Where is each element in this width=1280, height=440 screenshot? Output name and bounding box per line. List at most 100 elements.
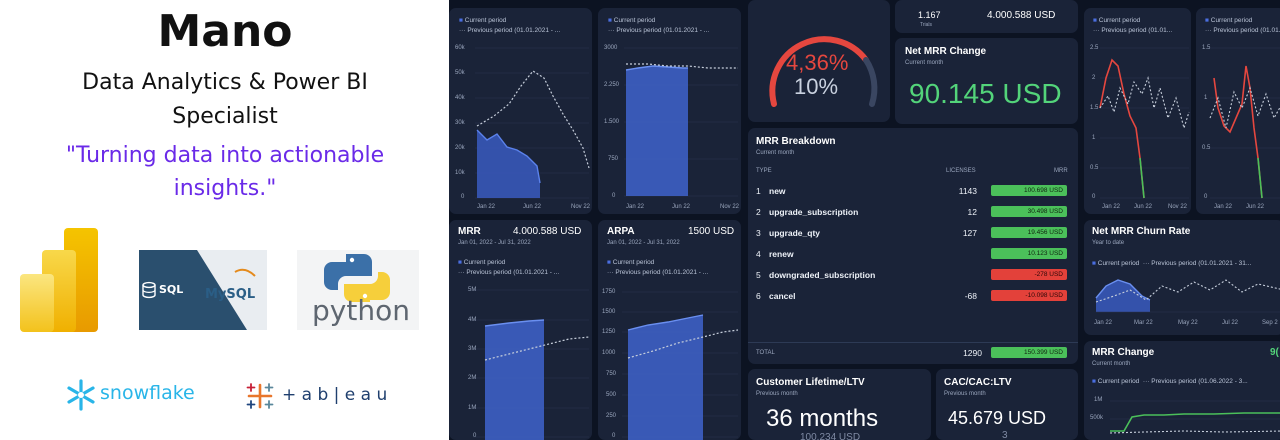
y-tick: 2.5 — [1090, 45, 1099, 51]
tableau-label: + a b | e a u — [282, 385, 388, 405]
row-index: 5 — [756, 270, 761, 280]
y-tick: 1250 — [602, 329, 616, 335]
total-label: TOTAL — [756, 350, 775, 356]
row-licenses: -68 — [964, 291, 977, 301]
row-mrr-negative: -10.098 USD — [991, 290, 1067, 301]
legend-current: ■ Current period — [608, 17, 656, 24]
legend-current: ■ Current period — [458, 259, 506, 266]
y-tick: 60k — [455, 45, 465, 51]
x-tick: Jan 22 — [1094, 320, 1113, 326]
legend-previous: ··· Previous period (01.01.2021 - ... — [608, 27, 710, 34]
y-tick: 1500 — [602, 309, 616, 315]
y-tick: 0.5 — [1202, 145, 1211, 151]
x-tick: Mar 22 — [1134, 320, 1153, 326]
row-index: 4 — [756, 249, 761, 259]
mrr-change-value: 9( — [1270, 347, 1279, 358]
y-tick: 500k — [1090, 415, 1104, 421]
y-tick: 1000 — [602, 350, 616, 356]
row-type: renew — [769, 249, 794, 259]
x-tick: Jan 22 — [477, 204, 496, 210]
arpa-area-chart — [622, 291, 739, 440]
arpa-date-range: Jan 01, 2022 - Jul 31, 2022 — [607, 240, 680, 246]
legend-previous: ··· Previous period (01.01.2021 - ... — [458, 269, 560, 276]
mrr-title: MRR — [458, 226, 481, 237]
mysql-label: MySQL — [205, 287, 256, 302]
total-licenses: 1290 — [963, 348, 982, 358]
mrr-card: MRR 4.000.588 USD Jan 01, 2022 - Jul 31,… — [449, 220, 592, 440]
y-tick: 500 — [606, 392, 617, 398]
row-mrr-positive: 100.698 USD — [991, 185, 1067, 196]
net-mrr-churn-card: Net MRR Churn Rate Year to date ■ Curren… — [1084, 220, 1280, 335]
arpa-title: ARPA — [607, 226, 635, 237]
cac-sub-value: 3 — [1002, 430, 1008, 440]
y-tick: 1.500 — [604, 119, 620, 125]
profile-tagline-line2: insights." — [173, 176, 277, 201]
x-tick: Jun 22 — [672, 204, 691, 210]
profile-name: Mano — [157, 6, 293, 57]
net-mrr-change-subtitle: Current month — [905, 60, 944, 66]
y-tick: 0 — [473, 433, 477, 439]
ltv-card: Customer Lifetime/LTV Previous month 36 … — [748, 369, 931, 440]
trials-value: 1.167 — [918, 10, 941, 20]
power-bi-logo — [20, 228, 100, 332]
col-licenses: LICENSES — [946, 168, 976, 174]
row-index: 3 — [756, 228, 761, 238]
y-tick: 1.5 — [1090, 105, 1099, 111]
x-tick: Nov 22 — [571, 204, 591, 210]
y-tick: 1 — [1092, 135, 1096, 141]
snowflake-icon — [67, 379, 95, 411]
total-mrr: 150.399 USD — [991, 347, 1067, 358]
dashboard-screenshot: ■ Current period ··· Previous period (01… — [449, 0, 1280, 440]
profile-tagline-line1: "Turning data into actionable — [65, 143, 385, 168]
trials-sub: Trials — [920, 22, 933, 28]
row-type: upgrade_subscription — [769, 207, 859, 217]
right-line-chart-1 — [1099, 47, 1190, 199]
y-tick: 50k — [455, 70, 465, 76]
legend-previous: ··· Previous period (01.01... — [1205, 27, 1280, 34]
row-type: downgraded_subscription — [769, 270, 876, 280]
y-tick: 1750 — [602, 289, 616, 295]
sql-label: SQL — [159, 283, 184, 296]
legend-current: ■ Current period — [459, 17, 507, 24]
legend-previous: ··· Previous period (01.01.2021 - ... — [607, 269, 709, 276]
profile-panel: Mano Data Analytics & Power BI Specialis… — [0, 0, 450, 440]
mrr-change-subtitle: Current month — [1092, 361, 1131, 367]
y-tick: 40k — [455, 95, 465, 101]
cac-subtitle: Previous month — [944, 391, 986, 397]
x-tick: Jul 22 — [1222, 320, 1239, 326]
top-left-chart-card: ■ Current period ··· Previous period (01… — [449, 8, 592, 214]
row-mrr-positive: 30.498 USD — [991, 206, 1067, 217]
total-divider — [748, 342, 1078, 343]
snowflake-label: snowflake — [100, 382, 195, 404]
python-label: python — [312, 294, 410, 327]
row-type: new — [769, 186, 786, 196]
row-index: 1 — [756, 186, 761, 196]
cac-title: CAC/CAC:LTV — [944, 377, 1012, 388]
row-licenses: 127 — [962, 228, 977, 238]
arpa-card: ARPA 1500 USD Jan 01, 2022 - Jul 31, 202… — [598, 220, 741, 440]
python-logo: python — [297, 250, 419, 330]
row-mrr-negative: -278 USD — [991, 269, 1067, 280]
net-mrr-churn-subtitle: Year to date — [1092, 240, 1125, 246]
col-mrr: MRR — [1054, 168, 1068, 174]
y-tick: 0 — [612, 433, 616, 439]
y-tick: 0 — [612, 193, 616, 199]
row-index: 2 — [756, 207, 761, 217]
y-tick: 0 — [461, 194, 465, 200]
y-tick: 250 — [606, 413, 617, 419]
y-tick: 1.5 — [1202, 45, 1211, 51]
y-tick: 2M — [468, 375, 477, 381]
row-type: upgrade_qty — [769, 228, 821, 238]
x-tick: Nov 22 — [1168, 204, 1188, 210]
y-tick: 2 — [1092, 75, 1096, 81]
y-tick: 1 — [1204, 95, 1208, 101]
mrr-breakdown-card: MRR Breakdown Current month TYPE LICENSE… — [748, 128, 1078, 364]
x-tick: Jun 22 — [1246, 204, 1265, 210]
cac-value: 45.679 USD — [948, 408, 1047, 428]
mrr-date-range: Jan 01, 2022 - Jul 31, 2022 — [458, 240, 531, 246]
gauge-card: 4,36% 10% — [748, 0, 890, 122]
profile-role-line1: Data Analytics & Power BI — [82, 70, 368, 95]
legend-current: ■ Current period — [1205, 17, 1253, 24]
tableau-icon — [246, 383, 274, 409]
snowflake-logo: snowflake — [64, 378, 214, 412]
